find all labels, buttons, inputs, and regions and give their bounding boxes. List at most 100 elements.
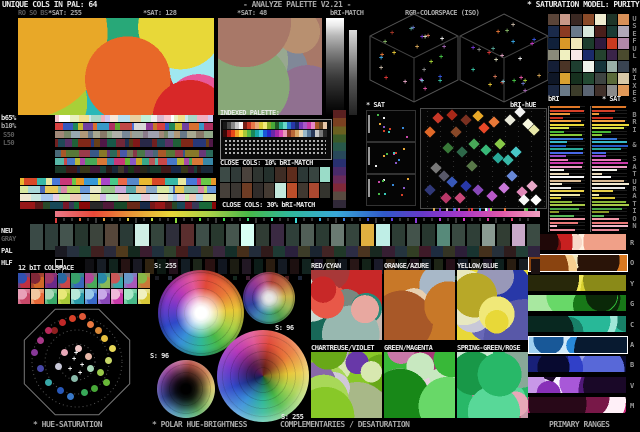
hlf-bar xyxy=(290,259,299,274)
stripe-segment xyxy=(90,150,99,157)
mini-swatch xyxy=(168,276,172,280)
useful-mix-swatch xyxy=(560,61,571,72)
l50-label: L50 xyxy=(3,140,14,147)
sat-bar xyxy=(592,141,627,143)
pal-swatch xyxy=(504,246,516,257)
indexed-palette-box xyxy=(220,119,332,160)
neutral-swatch-top xyxy=(512,224,525,241)
primary-ranges-footer[interactable]: PRIMARY RANGES xyxy=(549,421,609,429)
empty-palette-slots xyxy=(224,139,326,156)
neutral-swatch-top xyxy=(527,224,540,241)
cube-marker: + xyxy=(379,65,383,71)
hue-tick xyxy=(111,218,113,221)
pal-swatch xyxy=(273,246,285,257)
useful-mix-swatch xyxy=(548,38,559,49)
stripe-row xyxy=(20,186,216,193)
primary-range-letter: G xyxy=(630,300,634,308)
neutral-swatch-checker xyxy=(30,241,43,250)
palette-swatch xyxy=(320,183,330,198)
b10-label: b10% xyxy=(1,123,16,130)
cube-marker: + xyxy=(379,55,383,61)
neutral-swatch-top xyxy=(407,224,420,241)
complementaries-footer[interactable]: COMPLEMENTARIES / DESATURATION xyxy=(280,421,410,429)
stripe-segment xyxy=(167,158,177,165)
pal-swatch xyxy=(176,246,188,257)
polar-footer[interactable]: * POLAR HUE-BRIGHTNESS xyxy=(152,421,247,429)
stripe-segment xyxy=(20,202,35,209)
stripe-segment xyxy=(165,139,174,147)
cube-marker: + xyxy=(494,57,498,63)
hue-saturation-footer[interactable]: * HUE-SATURATION xyxy=(33,421,102,429)
hue-tick xyxy=(287,218,289,221)
stripe-row xyxy=(55,123,213,130)
primary-range-strip xyxy=(528,336,628,354)
useful-mix-swatch xyxy=(607,61,618,72)
stripe-segment xyxy=(141,115,151,122)
bri-bar xyxy=(550,183,562,185)
hue-tick xyxy=(55,218,57,223)
bri-bar xyxy=(550,173,569,175)
stripe-segment xyxy=(186,178,197,185)
stripe-segment xyxy=(20,186,28,193)
neutral-swatch-top xyxy=(271,224,284,241)
stripe-segment xyxy=(70,194,81,201)
pal-swatch xyxy=(334,246,346,257)
stripe-segment xyxy=(164,115,172,122)
stripe-segment xyxy=(107,158,114,165)
cube-marker: + xyxy=(471,67,475,73)
mini-swatch xyxy=(233,276,237,280)
stripe-segment xyxy=(130,115,141,122)
cube-marker: + xyxy=(512,78,516,84)
stripe-segment xyxy=(188,166,195,173)
stripe-segment xyxy=(97,123,109,130)
palette-swatch xyxy=(323,130,327,137)
useful-mix-swatch xyxy=(618,73,629,84)
polar-point xyxy=(61,349,68,356)
neutral-swatch-top xyxy=(196,224,209,241)
neutral-swatch-top xyxy=(105,224,118,241)
close-cols-10-label: CLOSE COLS: 10% bRI-MATCH xyxy=(220,160,313,167)
stripe-segment xyxy=(28,186,40,193)
stripe-segment xyxy=(99,150,107,157)
pal-swatch xyxy=(419,246,431,257)
gray-label: GRAY xyxy=(1,236,16,243)
stripe-segment xyxy=(158,194,169,201)
sat-128-label[interactable]: *SAT: 128 xyxy=(143,10,176,17)
stripe-segment xyxy=(127,178,139,185)
stripe-row xyxy=(55,115,213,122)
polar-point xyxy=(51,327,58,334)
sat-255-label[interactable]: *SAT: 255 xyxy=(48,10,81,17)
colspace12-thumb xyxy=(111,273,123,288)
comp-panel-green-magenta xyxy=(384,352,455,418)
hue-tick xyxy=(511,218,513,221)
colspace12-thumb xyxy=(98,273,110,288)
sat-bar xyxy=(592,176,611,178)
bri-bar xyxy=(550,190,584,192)
stripe-segment xyxy=(55,123,63,130)
useful-mix-swatch xyxy=(548,50,559,61)
hue-tick xyxy=(143,218,145,221)
pal-swatch xyxy=(479,246,491,257)
app-title: - ANALYZE PALETTE V2.21 - xyxy=(243,1,351,9)
palette-swatch xyxy=(275,183,285,198)
hlf-bar xyxy=(121,259,130,274)
stripe-segment xyxy=(84,178,98,185)
neutral-swatch-top xyxy=(316,224,329,241)
stripe-segment xyxy=(101,178,110,185)
bri-bar xyxy=(550,127,569,129)
stripe-segment xyxy=(171,166,181,173)
useful-mix-swatch xyxy=(548,14,559,25)
saturation-model-label[interactable]: * SATURATION MODEL: PURITY xyxy=(527,1,639,9)
sat-bar xyxy=(592,173,602,175)
ro-so-bs-label: RO SO BS xyxy=(18,10,48,17)
palette-swatch xyxy=(231,183,241,198)
hue-tick xyxy=(351,218,353,221)
hue-tick xyxy=(335,218,337,223)
stripe-segment xyxy=(78,139,92,147)
hue-tick xyxy=(167,218,169,221)
sat-48-label[interactable]: *SAT: 48 xyxy=(237,10,267,17)
colspace12-thumb xyxy=(45,273,57,288)
stripe-segment xyxy=(161,166,171,173)
useful-mix-swatch xyxy=(618,61,629,72)
cube-marker: + xyxy=(511,22,515,28)
